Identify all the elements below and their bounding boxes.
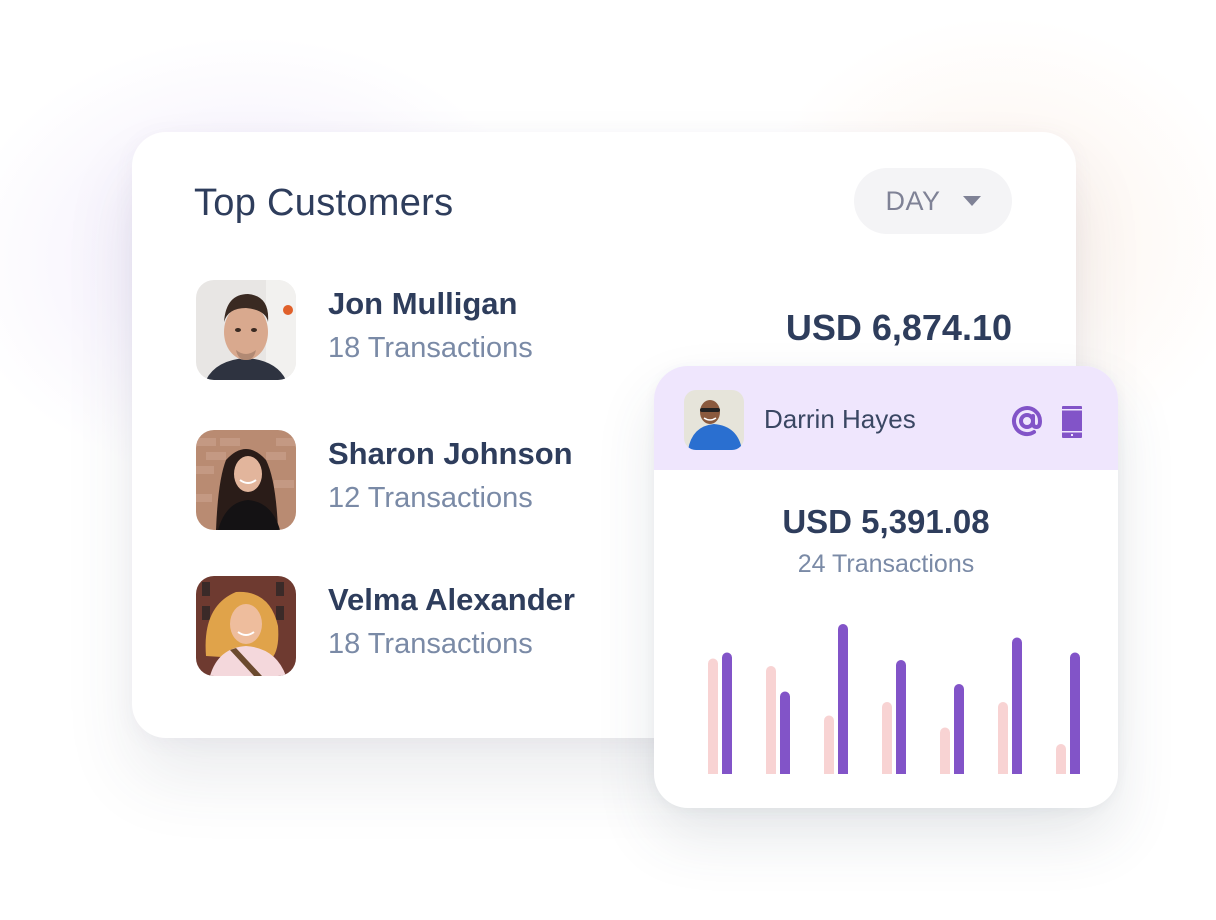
bar-series-purple-7: [1070, 652, 1080, 774]
detail-transactions: 24 Transactions: [797, 550, 975, 578]
bar-series-purple-5: [954, 684, 964, 774]
customer-name: Jon Mulligan: [328, 286, 518, 321]
bar-series-purple-1: [722, 652, 732, 774]
bar-series-pink-1: [708, 658, 718, 774]
bar-series-purple-3: [838, 624, 848, 774]
bar-series-pink-5: [940, 727, 950, 774]
customer-name: Sharon Johnson: [328, 436, 573, 471]
transactions-bar-chart: [708, 624, 1080, 774]
bar-series-purple-4: [896, 660, 906, 774]
bar-series-purple-2: [780, 691, 790, 774]
bar-series-pink-3: [824, 715, 834, 774]
bar-series-pink-4: [882, 702, 892, 774]
avatar: [684, 390, 744, 450]
detail-header: Darrin Hayes: [654, 366, 1118, 470]
customer-amount: USD 6,874.10: [785, 307, 1012, 348]
detail-amount: USD 5,391.08: [782, 503, 990, 540]
avatar: [196, 576, 296, 676]
mobile-phone-icon[interactable]: [1062, 406, 1082, 438]
customer-transactions: 18 Transactions: [328, 628, 533, 660]
customer-transactions: 12 Transactions: [328, 482, 533, 514]
customer-transactions: 18 Transactions: [328, 332, 533, 364]
bar-series-pink-7: [1056, 744, 1066, 774]
at-sign-icon[interactable]: [1010, 404, 1044, 438]
card-title: Top Customers: [194, 182, 454, 224]
caret-down-icon: [962, 196, 981, 206]
bar-series-purple-6: [1012, 637, 1022, 774]
period-dropdown[interactable]: DAY: [854, 168, 1012, 234]
avatar: [196, 430, 296, 530]
customer-row[interactable]: Sharon Johnson 12 Transactions: [196, 430, 646, 530]
customer-row[interactable]: Velma Alexander 18 Transactions: [196, 576, 646, 676]
detail-customer-name: Darrin Hayes: [764, 404, 916, 434]
bar-series-pink-2: [766, 666, 776, 774]
bar-series-pink-6: [998, 702, 1008, 774]
customer-name: Velma Alexander: [328, 582, 575, 617]
customer-row[interactable]: Jon Mulligan 18 Transactions: [196, 280, 646, 380]
avatar: [196, 280, 296, 380]
customer-detail-card: Darrin Hayes USD 5,391.08 24 Transaction…: [654, 366, 1118, 808]
period-dropdown-value: DAY: [885, 185, 941, 216]
